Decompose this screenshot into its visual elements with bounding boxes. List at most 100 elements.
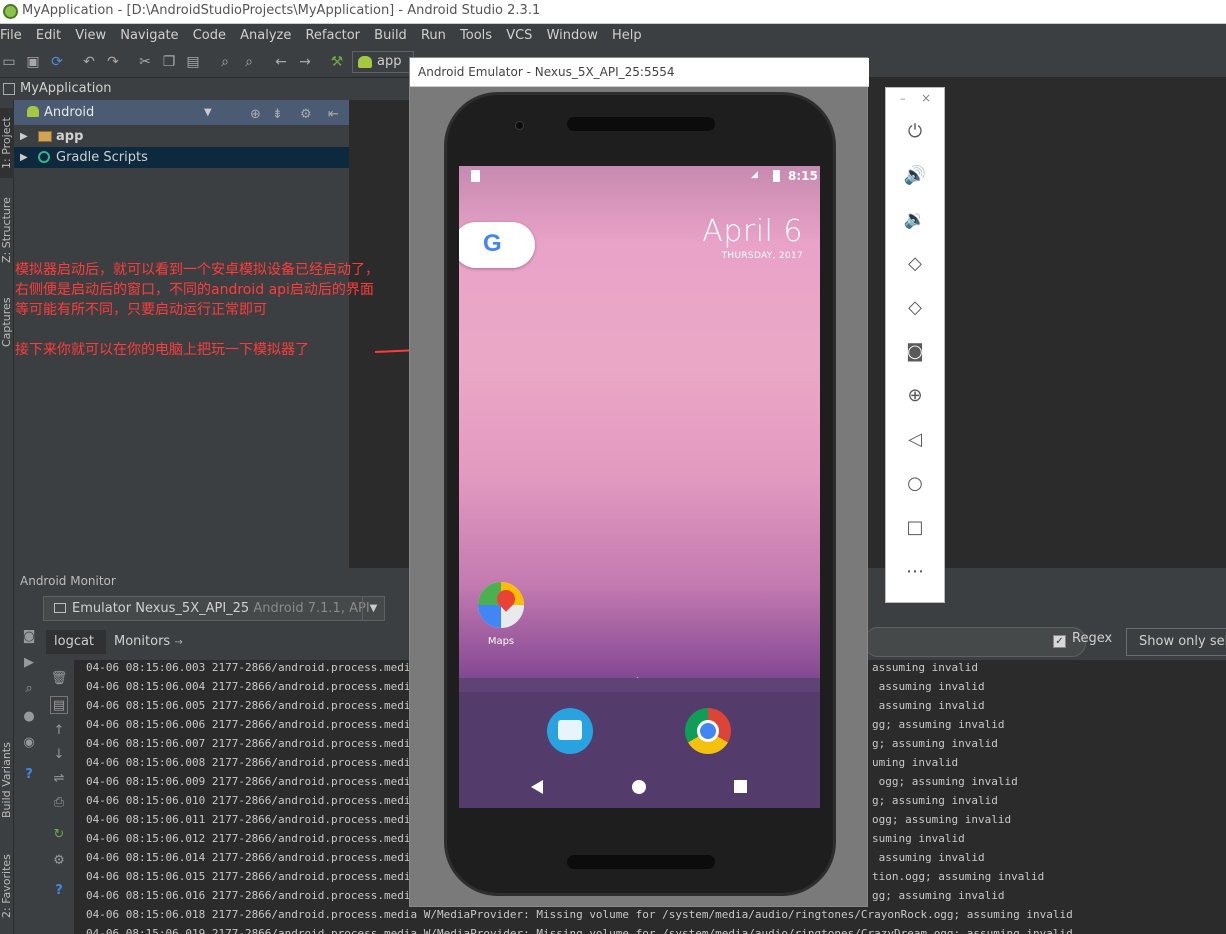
- status-time: 8:15: [788, 169, 818, 183]
- dot-icon[interactable]: ●: [20, 708, 38, 726]
- scroll-to-end-icon[interactable]: ▤: [50, 696, 68, 714]
- tab-favorites[interactable]: 2: Favorites: [0, 852, 14, 920]
- messages-app-icon[interactable]: [547, 708, 593, 754]
- app-maps[interactable]: Maps: [477, 582, 525, 647]
- scroll-from-source-icon[interactable]: ⊕: [250, 102, 261, 127]
- clear-log-icon[interactable]: 🗑: [50, 670, 68, 688]
- tree-item-gradle-scripts[interactable]: ▶ Gradle Scripts: [14, 147, 349, 168]
- back-nav-icon[interactable]: ←: [272, 53, 290, 71]
- home-icon[interactable]: ○: [886, 473, 944, 494]
- volume-up-icon[interactable]: 🔊: [886, 165, 944, 186]
- tree-item-app[interactable]: ▶ app: [14, 126, 349, 147]
- tab-logcat[interactable]: logcat: [46, 630, 106, 654]
- menu-run[interactable]: Run: [421, 24, 446, 47]
- screenshot-icon[interactable]: ◙: [20, 628, 38, 646]
- soft-wrap-icon[interactable]: ⇌: [50, 770, 68, 788]
- expand-arrow-icon[interactable]: ▶: [20, 147, 28, 168]
- camera-icon[interactable]: ◙: [886, 341, 944, 362]
- date-widget[interactable]: April 6 THURSDAY, 2017: [702, 214, 803, 261]
- tab-project[interactable]: 1: Project: [0, 108, 14, 178]
- help-icon[interactable]: ?: [50, 882, 68, 900]
- menu-build[interactable]: Build: [374, 24, 407, 47]
- paste-icon[interactable]: ▤: [184, 53, 202, 71]
- menu-help[interactable]: Help: [612, 24, 642, 47]
- tab-structure[interactable]: Z: Structure: [0, 195, 14, 265]
- chrome-app-icon[interactable]: [685, 708, 731, 754]
- open-folder-icon[interactable]: ▭: [0, 53, 18, 71]
- menu-analyze[interactable]: Analyze: [240, 24, 291, 47]
- rotate-left-icon[interactable]: ◇: [886, 253, 944, 274]
- menu-view[interactable]: View: [75, 24, 106, 47]
- menu-refactor[interactable]: Refactor: [305, 24, 360, 47]
- inspect-icon[interactable]: ⌕: [20, 680, 38, 698]
- menu-tools[interactable]: Tools: [460, 24, 492, 47]
- pin-icon: →: [174, 637, 183, 648]
- log-line: 04-06 08:15:06.015 2177-2866/android.pro…: [86, 870, 444, 883]
- tab-monitors[interactable]: Monitors →: [112, 630, 183, 654]
- battery-icon: [773, 170, 780, 182]
- navigation-bar: MyApplication: [0, 78, 410, 100]
- device-icon: [54, 603, 66, 613]
- expand-arrow-icon[interactable]: ▶: [20, 126, 28, 147]
- settings-gear-icon[interactable]: ⚙: [50, 852, 68, 870]
- emulator-title-bar: Android Emulator - Nexus_5X_API_25:5554: [410, 58, 869, 87]
- nav-back-icon[interactable]: [531, 780, 543, 794]
- menu-navigate[interactable]: Navigate: [120, 24, 178, 47]
- phone-screen[interactable]: ◢ 8:15 G April 6 THURSDAY, 2017 Maps: [459, 166, 820, 808]
- nav-home-icon[interactable]: [632, 780, 646, 794]
- breadcrumb-project[interactable]: MyApplication: [20, 81, 112, 96]
- up-arrow-icon[interactable]: ↑: [50, 722, 68, 740]
- find-icon[interactable]: ⌕: [216, 53, 234, 71]
- redo-icon[interactable]: ↷: [104, 53, 122, 71]
- logcat-filter-select[interactable]: Show only sele: [1126, 628, 1226, 656]
- project-view-select[interactable]: Android ▼: [24, 100, 212, 125]
- menu-vcs[interactable]: VCS: [506, 24, 532, 47]
- menu-file[interactable]: File: [0, 24, 22, 47]
- status-bar: ◢ 8:15: [459, 166, 820, 188]
- more-icon[interactable]: ⋯: [886, 561, 944, 582]
- menu-code[interactable]: Code: [193, 24, 226, 47]
- record-icon[interactable]: ▶: [20, 654, 38, 672]
- log-line-tail: ogg; assuming invalid: [872, 775, 1018, 788]
- log-line-tail: gg; assuming invalid: [872, 718, 1005, 731]
- copy-icon[interactable]: ❐: [160, 53, 178, 71]
- forward-nav-icon[interactable]: →: [296, 53, 314, 71]
- collapse-all-icon[interactable]: ⇟: [272, 102, 283, 127]
- regex-checkbox[interactable]: ✓ Regex: [1053, 631, 1112, 648]
- dropdown-arrow-icon: ▼: [204, 107, 212, 118]
- volume-down-icon[interactable]: 🔉: [886, 209, 944, 230]
- hide-panel-icon[interactable]: ⇤: [328, 102, 339, 127]
- rotate-right-icon[interactable]: ◇: [886, 297, 944, 318]
- back-icon[interactable]: ◁: [886, 429, 944, 450]
- cut-icon[interactable]: ✂: [136, 53, 154, 71]
- minimize-button[interactable]: –: [900, 92, 906, 105]
- device-select[interactable]: Emulator Nexus_5X_API_25 Android 7.1.1, …: [43, 596, 385, 639]
- sync-icon[interactable]: ⟳: [48, 53, 66, 71]
- nav-overview-icon[interactable]: [734, 780, 747, 793]
- checkbox-checked-icon[interactable]: ✓: [1053, 635, 1066, 648]
- menu-window[interactable]: Window: [547, 24, 598, 47]
- gc-icon[interactable]: ◉: [20, 734, 38, 752]
- settings-gear-icon[interactable]: ⚙: [300, 102, 312, 127]
- undo-icon[interactable]: ↶: [80, 53, 98, 71]
- project-icon: [3, 83, 15, 95]
- power-icon[interactable]: ⏻: [886, 121, 944, 142]
- run-configuration-select[interactable]: app: [352, 51, 414, 73]
- print-icon[interactable]: ⎙: [50, 794, 68, 812]
- save-icon[interactable]: ▣: [24, 53, 42, 71]
- overview-icon[interactable]: □: [886, 517, 944, 538]
- close-button[interactable]: ×: [921, 91, 931, 105]
- down-arrow-icon[interactable]: ↓: [50, 746, 68, 764]
- tab-build-variants[interactable]: Build Variants: [0, 740, 14, 820]
- dropdown-arrow-icon[interactable]: ▼: [362, 597, 384, 620]
- emulator-controls-panel: – × ⏻ 🔊 🔉 ◇ ◇ ◙ ⊕ ◁ ○ □ ⋯: [885, 87, 945, 603]
- restart-icon[interactable]: ↻: [50, 826, 68, 844]
- menu-edit[interactable]: Edit: [36, 24, 61, 47]
- google-search-widget[interactable]: G: [459, 222, 535, 268]
- help-icon[interactable]: ?: [20, 766, 38, 784]
- zoom-icon[interactable]: ⊕: [886, 385, 944, 406]
- build-hammer-icon[interactable]: ⚒: [328, 53, 346, 71]
- emulator-window: Android Emulator - Nexus_5X_API_25:5554 …: [409, 57, 869, 907]
- replace-icon[interactable]: ⌕: [240, 53, 258, 71]
- tab-captures[interactable]: Captures: [0, 295, 14, 350]
